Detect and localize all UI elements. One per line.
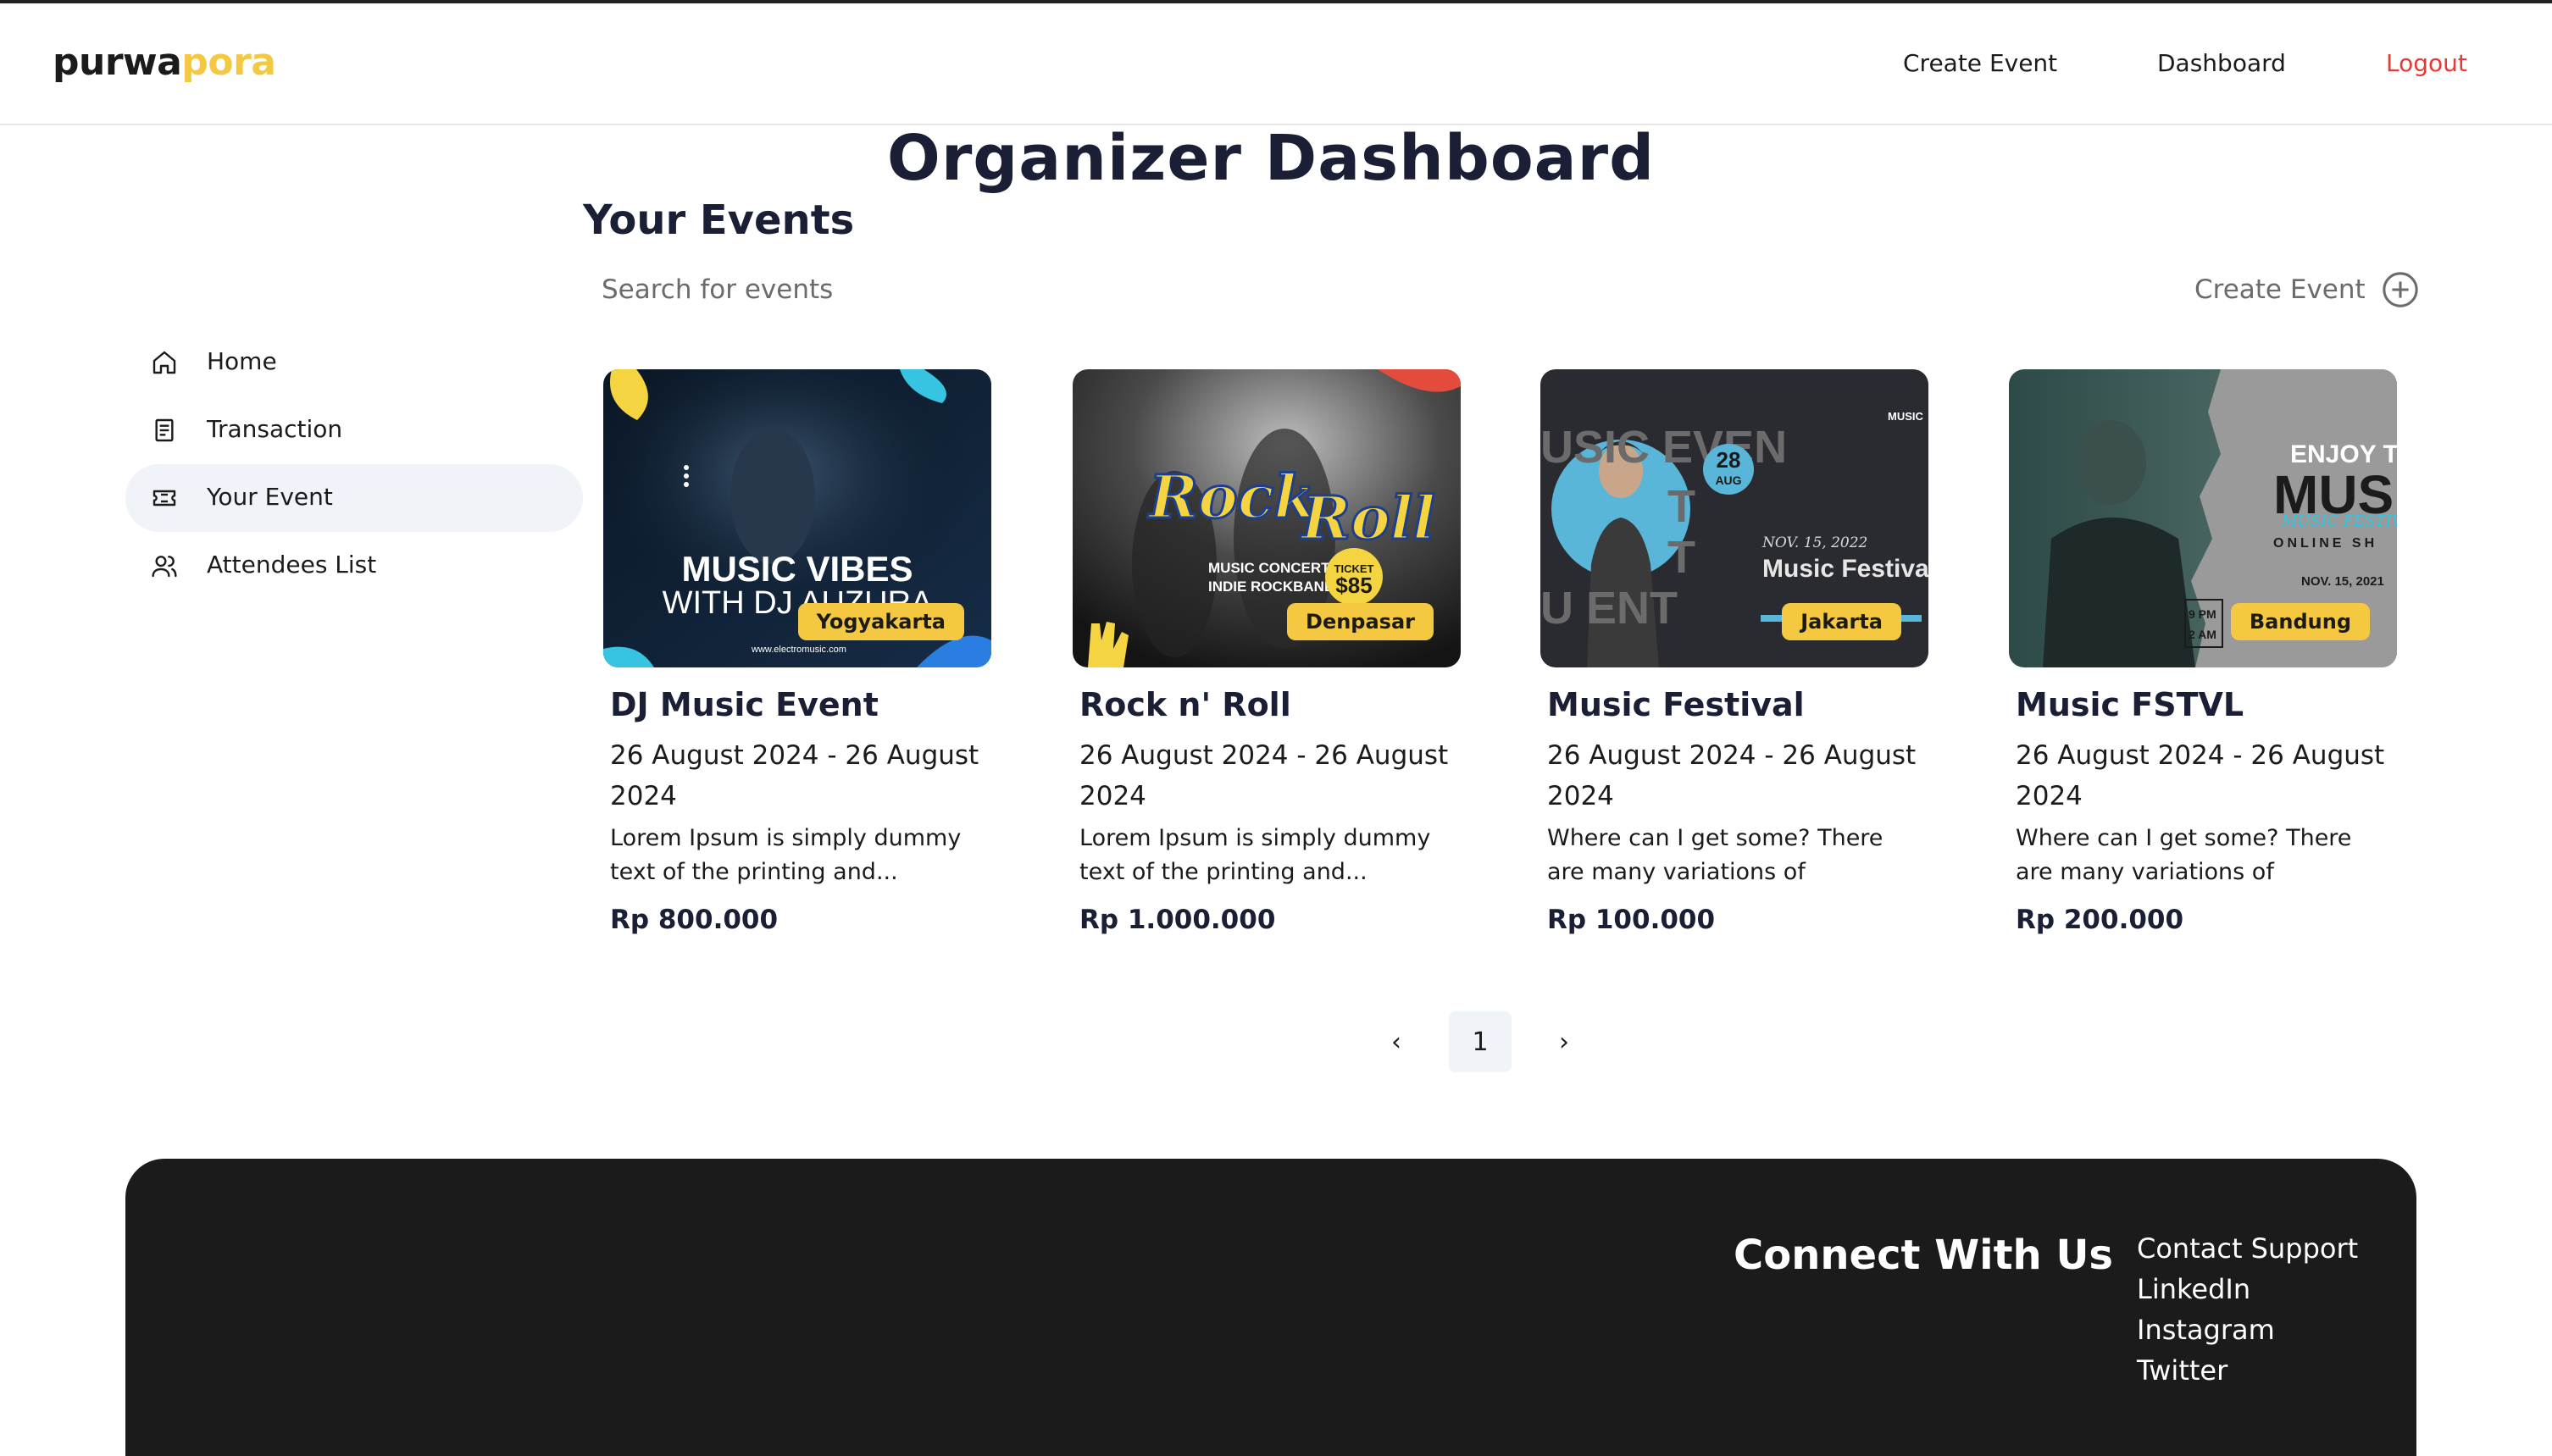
svg-text:U ENT: U ENT [1540,583,1678,634]
logo[interactable]: purwapora [53,41,276,84]
section-title: Your Events [583,197,855,244]
pagination-page-1[interactable]: 1 [1449,1011,1512,1072]
poster-sub: ONLINE SH [2273,536,2377,551]
location-badge: Denpasar [1287,603,1434,640]
event-description: Lorem Ipsum is simply dummy text of the … [610,825,962,885]
create-event-button[interactable]: Create Event [2194,268,2420,312]
poster-day: 28 [1717,447,1741,473]
pagination-next-button[interactable]: › [1539,1011,1589,1072]
event-date: 26 August 2024 - 26 August 2024 [610,740,979,811]
event-date: 26 August 2024 - 26 August 2024 [2016,740,2385,811]
event-price: Rp 800.000 [610,905,779,935]
event-date: 26 August 2024 - 26 August 2024 [1547,740,1917,811]
event-poster[interactable]: ENJOY TH MUSI MUSIC FESTIV ONLINE SH NOV… [2009,369,2397,667]
poster-time1: 9 PM [2189,607,2216,621]
poster-time2: 2 AM [2189,628,2216,641]
svg-text:T: T [1667,532,1695,583]
event-date: 26 August 2024 - 26 August 2024 [1079,740,1449,811]
sidebar-item-label: Your Event [207,483,333,511]
poster-sub1: MUSIC CONCERT [1208,560,1330,576]
sidebar-item-label: Attendees List [207,551,377,579]
sidebar-item-your-event[interactable]: Your Event [125,464,583,532]
footer: Connect With Us Contact Support LinkedIn… [125,1159,2416,1456]
footer-link-twitter[interactable]: Twitter [2137,1350,2358,1391]
receipt-icon [155,418,174,442]
footer-link-contact-support[interactable]: Contact Support [2137,1228,2358,1269]
location-badge: Yogyakarta [797,603,964,640]
sidebar: Home Transaction Your Event Attendees Li… [125,329,583,600]
event-card[interactable]: MUSIC VIBES WITH DJ AUZURA www.electromu… [603,369,991,935]
footer-link-instagram[interactable]: Instagram [2137,1309,2358,1350]
location-badge: Bandung [2230,603,2370,640]
poster-ticket-price: $85 [1335,573,1372,598]
event-title[interactable]: Rock n' Roll [1073,686,1461,723]
poster-date-line: NOV. 15, 2022 [1761,534,1867,551]
poster-heading: Music Festival [1762,555,1928,583]
logo-text-part2: pora [181,41,276,84]
event-card[interactable]: Rock Roll MUSIC CONCERT INDIE ROCKBAND T… [1073,369,1461,935]
event-title[interactable]: Music Festival [1540,686,1928,723]
sidebar-item-transaction[interactable]: Transaction [125,396,583,464]
footer-title: Connect With Us [1734,1232,2113,1279]
event-description: Lorem Ipsum is simply dummy text of the … [1079,825,1431,885]
sidebar-item-label: Transaction [207,415,343,443]
nav-create-event-link[interactable]: Create Event [1903,49,2057,77]
event-poster[interactable]: MUSIC VIBES WITH DJ AUZURA www.electromu… [603,369,991,667]
footer-links: Contact Support LinkedIn Instagram Twitt… [2137,1228,2358,1391]
poster-heading1: MUSIC VIBES [681,549,913,589]
ticket-icon [153,490,176,507]
poster-footer: www.electromusic.com [751,645,846,655]
pagination: ‹ 1 › [1371,1011,1589,1072]
poster-heading1: Rock [1147,462,1315,532]
event-title[interactable]: Music FSTVL [2009,686,2397,723]
event-poster[interactable]: Rock Roll MUSIC CONCERT INDIE ROCKBAND T… [1073,369,1461,667]
event-price: Rp 100.000 [1547,905,1716,935]
poster-date-line: NOV. 15, 2021 [2301,574,2384,589]
event-price: Rp 1.000.000 [1079,905,1276,935]
create-event-label: Create Event [2194,274,2366,305]
event-description: Where can I get some? There are many var… [1547,825,1883,885]
poster-heading2: Roll [1300,483,1435,553]
event-description: Where can I get some? There are many var… [2016,825,2352,885]
plus-circle-icon [2382,272,2418,307]
event-title[interactable]: DJ Music Event [603,686,991,723]
poster-month: AUG [1715,473,1741,487]
pagination-prev-button[interactable]: ‹ [1371,1011,1422,1072]
nav-dashboard-link[interactable]: Dashboard [2157,49,2286,77]
event-card[interactable]: USIC EVEN T T U ENT 28 AUG NOV. 15, 2022 Mu… [1540,369,1928,935]
event-poster[interactable]: USIC EVEN T T U ENT 28 AUG NOV. 15, 2022 Mu… [1540,369,1928,667]
logo-text-part1: purwa [53,41,182,84]
svg-text:T: T [1667,481,1695,532]
poster-corner: MUSIC [1888,410,1924,423]
sidebar-item-home[interactable]: Home [125,329,583,396]
page-title: Organizer Dashboard [886,122,1656,195]
footer-link-linkedin[interactable]: LinkedIn [2137,1269,2358,1309]
location-badge: Jakarta [1782,603,1901,640]
poster-sub2: INDIE ROCKBAND [1208,579,1334,595]
sidebar-item-label: Home [207,347,277,375]
sidebar-item-attendees-list[interactable]: Attendees List [125,532,583,600]
poster-script: MUSIC FESTIV [2281,512,2397,530]
event-card[interactable]: ENJOY TH MUSI MUSIC FESTIV ONLINE SH NOV… [2009,369,2397,935]
nav-logout-link[interactable]: Logout [2386,49,2467,77]
home-icon [153,351,176,374]
users-icon [152,556,177,578]
event-price: Rp 200.000 [2016,905,2184,935]
navbar: purwapora Create Event Dashboard Logout [0,3,2552,125]
search-input[interactable] [593,269,1186,310]
